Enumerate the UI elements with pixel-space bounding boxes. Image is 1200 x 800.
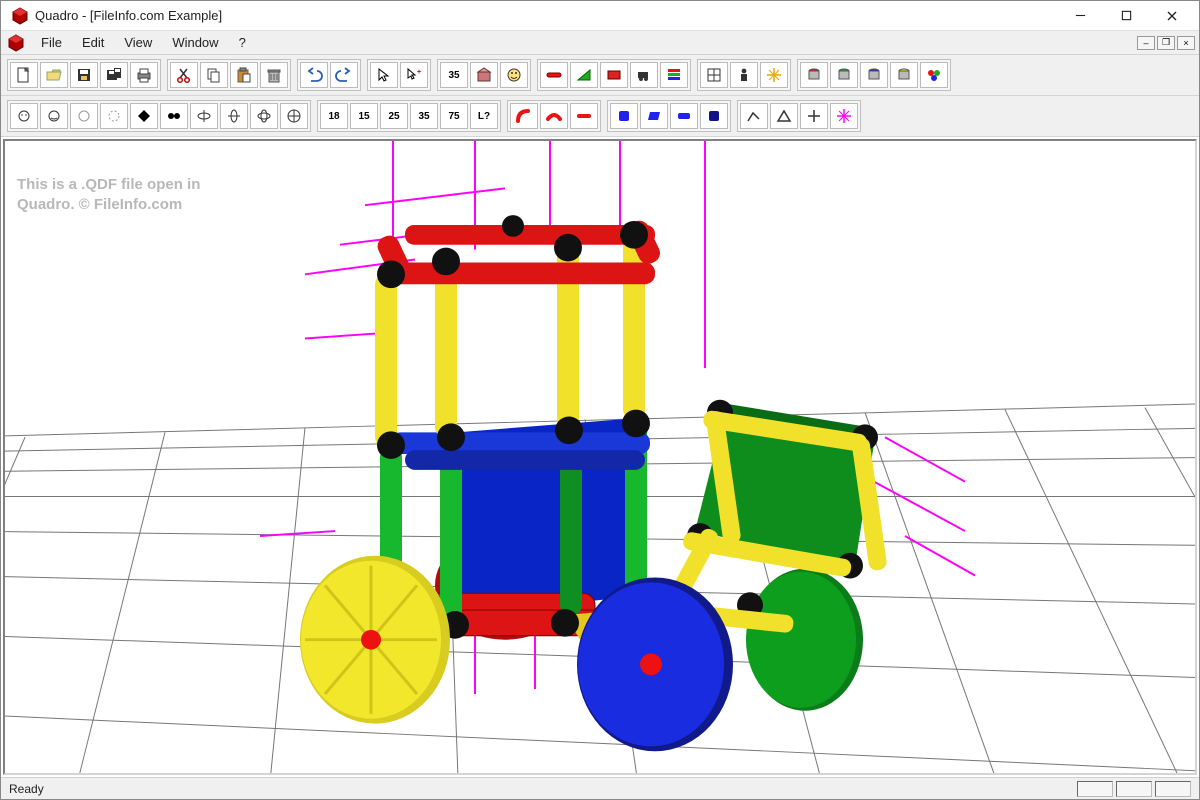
redo-button[interactable] — [330, 62, 358, 88]
menu-window[interactable]: Window — [162, 33, 228, 52]
copy-button[interactable] — [200, 62, 228, 88]
bucket-blue-button[interactable] — [860, 62, 888, 88]
spark-pink-button[interactable] — [830, 103, 858, 129]
bucket-green-button[interactable] — [830, 62, 858, 88]
new-button[interactable] — [10, 62, 38, 88]
cut-button[interactable] — [170, 62, 198, 88]
stack-button[interactable] — [660, 62, 688, 88]
red-tube-button[interactable] — [540, 62, 568, 88]
mdi-minimize-button[interactable]: – — [1137, 36, 1155, 50]
toolbar-parts-1-group: 35 — [437, 59, 531, 91]
person-button[interactable] — [730, 62, 758, 88]
toolbar-parts-2-group — [537, 59, 691, 91]
toolbar-file-group — [7, 59, 161, 91]
app-icon-small — [7, 34, 25, 52]
status-indicator-3 — [1155, 781, 1191, 797]
len-35-button[interactable]: 35 — [410, 103, 438, 129]
face-set-4-button[interactable] — [100, 103, 128, 129]
toolbar-panel-group — [607, 100, 731, 132]
menu-bar: File Edit View Window ? – ❐ × — [1, 31, 1199, 55]
mirror-3-button[interactable] — [250, 103, 278, 129]
toolbar-edit-group — [167, 59, 291, 91]
red-curve-2-button[interactable] — [540, 103, 568, 129]
title-bar: Quadro - [FileInfo.com Example] — [1, 1, 1199, 31]
toolbar-row-1: + 35 — [1, 55, 1199, 96]
part-35-button[interactable]: 35 — [440, 62, 468, 88]
blue-rect-button[interactable] — [670, 103, 698, 129]
face-button[interactable] — [500, 62, 528, 88]
toolbar-view-group — [7, 100, 311, 132]
draw-2-button[interactable] — [770, 103, 798, 129]
blue-square-button[interactable] — [610, 103, 638, 129]
grid1-button[interactable] — [700, 62, 728, 88]
paste-button[interactable] — [230, 62, 258, 88]
face-set-3-button[interactable] — [70, 103, 98, 129]
rgb-button[interactable] — [920, 62, 948, 88]
minimize-button[interactable] — [1057, 1, 1103, 31]
menu-file[interactable]: File — [31, 33, 72, 52]
mirror-2-button[interactable] — [220, 103, 248, 129]
draw-3-button[interactable] — [800, 103, 828, 129]
undo-button[interactable] — [300, 62, 328, 88]
maximize-button[interactable] — [1103, 1, 1149, 31]
face-set-1-button[interactable] — [10, 103, 38, 129]
status-message: Ready — [9, 782, 44, 796]
blue-dark-button[interactable] — [700, 103, 728, 129]
toolbar-row-2: 18 15 25 35 75 L? — [1, 96, 1199, 137]
app-icon — [11, 7, 29, 25]
mdi-close-button[interactable]: × — [1177, 36, 1195, 50]
toolbar-draw-group — [737, 100, 861, 132]
red-straight-button[interactable] — [570, 103, 598, 129]
select-arrow-button[interactable] — [370, 62, 398, 88]
red-block-button[interactable] — [600, 62, 628, 88]
len-25-button[interactable]: 25 — [380, 103, 408, 129]
face-set-2-button[interactable] — [40, 103, 68, 129]
mirror-4-button[interactable] — [280, 103, 308, 129]
toolbar-length-group: 18 15 25 35 75 L? — [317, 100, 501, 132]
status-indicator-1 — [1077, 781, 1113, 797]
len-15-button[interactable]: 15 — [350, 103, 378, 129]
toolbar-select-group: + — [367, 59, 431, 91]
bucket-red-button[interactable] — [800, 62, 828, 88]
blue-trap-button[interactable] — [640, 103, 668, 129]
mdi-restore-button[interactable]: ❐ — [1157, 36, 1175, 50]
diamond-button[interactable] — [130, 103, 158, 129]
draw-1-button[interactable] — [740, 103, 768, 129]
print-button[interactable] — [130, 62, 158, 88]
sparkle-button[interactable] — [760, 62, 788, 88]
toolbar-pipe-group — [507, 100, 601, 132]
menu-view[interactable]: View — [114, 33, 162, 52]
save-as-button[interactable] — [100, 62, 128, 88]
mirror-1-button[interactable] — [190, 103, 218, 129]
window-title: Quadro - [FileInfo.com Example] — [35, 8, 222, 23]
scene-svg — [5, 141, 1195, 773]
black-nodes-button[interactable] — [160, 103, 188, 129]
toolbar-paint-group — [797, 59, 951, 91]
status-indicator-2 — [1116, 781, 1152, 797]
green-wedge-button[interactable] — [570, 62, 598, 88]
svg-text:+: + — [417, 69, 421, 76]
len-measure-button[interactable]: L? — [470, 103, 498, 129]
bucket-yellow-button[interactable] — [890, 62, 918, 88]
len-18-button[interactable]: 18 — [320, 103, 348, 129]
viewport-3d[interactable]: This is a .QDF file open in Quadro. © Fi… — [3, 139, 1197, 775]
status-bar: Ready — [1, 777, 1199, 799]
delete-button[interactable] — [260, 62, 288, 88]
len-75-button[interactable]: 75 — [440, 103, 468, 129]
close-button[interactable] — [1149, 1, 1195, 31]
select-arrow-plus-button[interactable]: + — [400, 62, 428, 88]
open-button[interactable] — [40, 62, 68, 88]
save-button[interactable] — [70, 62, 98, 88]
train-icon-button[interactable] — [630, 62, 658, 88]
toolbar-parts-3-group — [697, 59, 791, 91]
menu-edit[interactable]: Edit — [72, 33, 114, 52]
package-button[interactable] — [470, 62, 498, 88]
menu-help[interactable]: ? — [229, 33, 256, 52]
toolbar-undo-group — [297, 59, 361, 91]
red-curve-button[interactable] — [510, 103, 538, 129]
